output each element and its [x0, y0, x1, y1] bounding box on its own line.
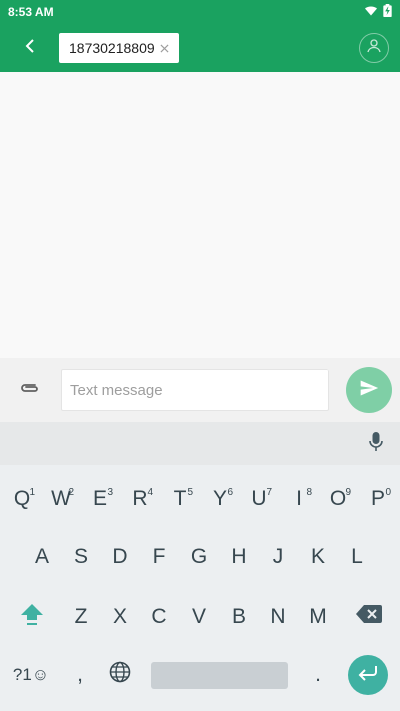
recipient-number: 18730218809 [69, 40, 155, 56]
suggestion-strip [0, 422, 400, 465]
key-j[interactable]: J [258, 537, 298, 577]
app-bar: 18730218809 [0, 24, 400, 72]
keyboard: Q 1 W 2 E 3 R 4 T 5 Y 6 U 7 I 8 O 9 P 0 … [0, 465, 400, 711]
key-h[interactable]: H [219, 537, 259, 577]
key-hint: 8 [306, 487, 312, 498]
wifi-icon [365, 5, 377, 20]
key-b[interactable]: B [219, 597, 259, 637]
key-y[interactable]: Y 6 [200, 479, 240, 519]
key-a[interactable]: A [22, 537, 62, 577]
key-v[interactable]: V [179, 597, 219, 637]
enter-key[interactable] [348, 655, 388, 695]
conversation-area [0, 72, 400, 358]
send-icon [359, 378, 379, 403]
key-q[interactable]: Q 1 [2, 479, 42, 519]
shift-icon [19, 601, 45, 633]
key-e[interactable]: E 3 [80, 479, 120, 519]
message-input[interactable] [61, 369, 329, 411]
language-key[interactable] [100, 655, 140, 695]
key-hint: 2 [68, 487, 74, 498]
chip-remove-button[interactable] [157, 41, 171, 55]
globe-icon [109, 661, 131, 689]
key-t[interactable]: T 5 [160, 479, 200, 519]
space-key[interactable] [151, 662, 288, 689]
key-p[interactable]: P 0 [358, 479, 398, 519]
attach-button[interactable] [18, 378, 42, 402]
person-icon [365, 37, 383, 60]
key-u[interactable]: U 7 [239, 479, 279, 519]
period-key[interactable]: . [298, 655, 338, 695]
input-bubble-tail [327, 369, 337, 379]
back-button[interactable] [14, 32, 46, 64]
backspace-icon [356, 605, 382, 629]
key-w[interactable]: W 2 [41, 479, 81, 519]
shift-key[interactable] [12, 597, 52, 637]
enter-icon [357, 665, 379, 686]
key-x[interactable]: X [100, 597, 140, 637]
microphone-icon [368, 431, 384, 458]
key-o[interactable]: O 9 [318, 479, 358, 519]
backspace-key[interactable] [347, 597, 391, 637]
contact-button[interactable] [359, 33, 389, 63]
key-c[interactable]: C [139, 597, 179, 637]
arrow-back-icon [22, 38, 38, 59]
battery-charging-icon [383, 4, 392, 20]
symbols-key[interactable]: ?1☺ [4, 655, 58, 695]
status-bar: 8:53 AM [0, 0, 400, 24]
key-g[interactable]: G [179, 537, 219, 577]
key-hint: 5 [187, 487, 193, 498]
key-s[interactable]: S [61, 537, 101, 577]
key-hint: 6 [227, 487, 233, 498]
key-n[interactable]: N [258, 597, 298, 637]
compose-bar [0, 358, 400, 422]
status-time: 8:53 AM [8, 5, 54, 19]
key-k[interactable]: K [298, 537, 338, 577]
close-icon [159, 40, 169, 56]
key-l[interactable]: L [337, 537, 377, 577]
key-hint: 7 [266, 487, 272, 498]
key-hint: 1 [29, 487, 35, 498]
key-hint: 0 [385, 487, 391, 498]
key-i[interactable]: I 8 [279, 479, 319, 519]
key-z[interactable]: Z [61, 597, 101, 637]
key-m[interactable]: M [298, 597, 338, 637]
key-hint: 4 [147, 487, 153, 498]
key-f[interactable]: F [139, 537, 179, 577]
key-hint: 9 [345, 487, 351, 498]
key-hint: 3 [107, 487, 113, 498]
key-d[interactable]: D [100, 537, 140, 577]
status-icons [365, 4, 392, 20]
send-button[interactable] [346, 367, 392, 413]
paperclip-icon [19, 381, 41, 400]
key-r[interactable]: R 4 [120, 479, 160, 519]
recipient-chip[interactable]: 18730218809 [59, 33, 179, 63]
comma-key[interactable]: , [62, 655, 98, 695]
voice-input-button[interactable] [364, 431, 388, 457]
